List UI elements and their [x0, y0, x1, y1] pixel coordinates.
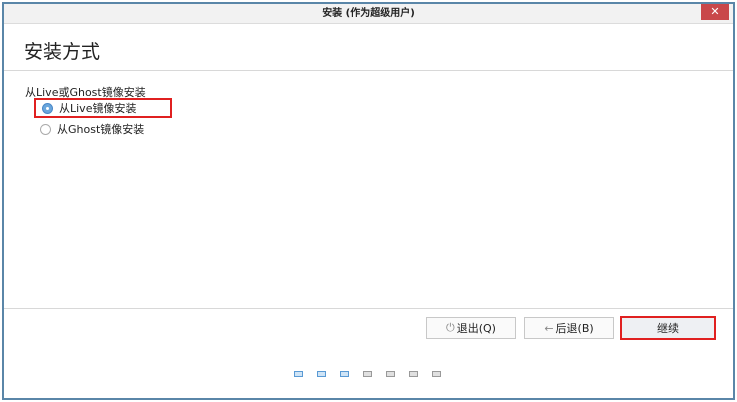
page-title: 安装方式 [24, 41, 101, 63]
radio-label: 从Ghost镜像安装 [57, 123, 145, 136]
quit-button[interactable]: ⏻ 退出(Q) [426, 317, 516, 339]
radio-install-from-ghost[interactable]: 从Ghost镜像安装 [34, 119, 144, 139]
step-dot [432, 371, 441, 377]
continue-label: 继续 [657, 322, 679, 335]
page-header: 安装方式 [4, 25, 733, 71]
step-dot [386, 371, 395, 377]
radio-label: 从Live镜像安装 [59, 102, 137, 115]
radio-install-from-live[interactable]: 从Live镜像安装 [34, 98, 172, 118]
close-icon: ✕ [710, 5, 720, 18]
footer-divider [4, 308, 733, 309]
step-dot [409, 371, 418, 377]
step-dot [294, 371, 303, 377]
close-button[interactable]: ✕ [701, 4, 729, 20]
installer-window: 安装 (作为超级用户) ✕ 安装方式 从Live或Ghost镜像安装 从Live… [2, 2, 735, 400]
radio-unselected-icon[interactable] [40, 123, 51, 135]
radio-selected-icon[interactable] [42, 102, 53, 114]
window-title: 安装 (作为超级用户) [322, 8, 415, 19]
arrow-left-icon: ← [544, 321, 554, 335]
step-dot [340, 371, 349, 377]
back-label: 后退(B) [555, 322, 594, 335]
step-dot [317, 371, 326, 377]
step-indicator [294, 371, 441, 377]
step-dot [363, 371, 372, 377]
quit-label: 退出(Q) [456, 322, 496, 335]
power-icon: ⏻ [446, 321, 455, 334]
title-bar: 安装 (作为超级用户) ✕ [4, 4, 733, 24]
back-button[interactable]: ← 后退(B) [524, 317, 614, 339]
continue-button[interactable]: 继续 [620, 316, 716, 340]
